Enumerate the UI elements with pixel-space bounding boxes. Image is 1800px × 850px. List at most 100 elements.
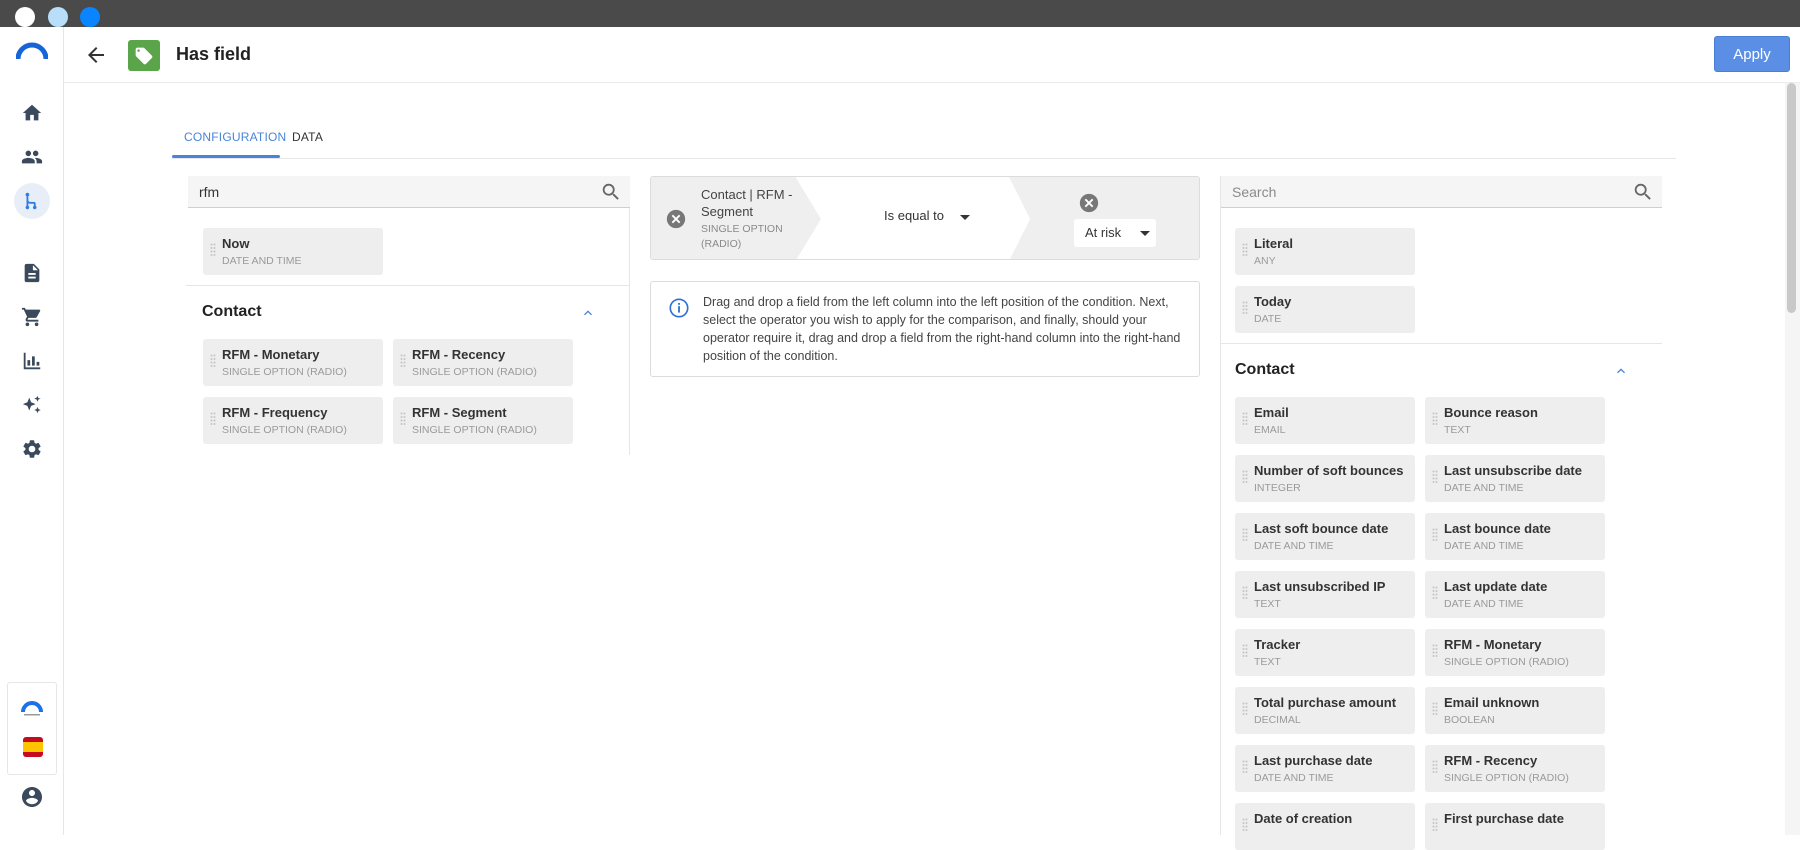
drag-handle-icon — [1242, 528, 1248, 541]
right-fields-panel: Literal ANY Today DATE Contact Email EMAI… — [1220, 176, 1662, 850]
field-chip[interactable]: Bounce reason TEXT — [1425, 397, 1605, 444]
value-select[interactable]: At risk — [1074, 219, 1156, 247]
back-arrow-icon[interactable] — [84, 43, 108, 67]
field-chip-name: Last bounce date — [1444, 521, 1551, 536]
scrollbar-thumb[interactable] — [1787, 83, 1796, 313]
field-chip[interactable]: RFM - Segment SINGLE OPTION (RADIO) — [393, 397, 573, 444]
drag-handle-icon — [1242, 412, 1248, 425]
flows-icon[interactable] — [14, 183, 50, 219]
field-chip[interactable]: RFM - Frequency SINGLE OPTION (RADIO) — [203, 397, 383, 444]
contacts-icon[interactable] — [18, 143, 46, 171]
drag-handle-icon — [1432, 412, 1438, 425]
operator-dropdown-caret-icon[interactable] — [960, 215, 970, 220]
field-chip[interactable]: Literal ANY — [1235, 228, 1415, 275]
field-chip-type: DATE AND TIME — [1254, 772, 1334, 784]
brand-mini-logo-icon[interactable] — [20, 699, 44, 717]
drag-handle-icon — [1242, 586, 1248, 599]
field-chip[interactable]: Email unknown BOOLEAN — [1425, 687, 1605, 734]
drag-handle-icon — [400, 354, 406, 367]
sparkles-icon[interactable] — [18, 391, 46, 419]
value-dropdown-caret-icon[interactable] — [1140, 231, 1150, 236]
field-chip-name: RFM - Frequency — [222, 405, 328, 420]
section-title-contact: Contact — [1235, 361, 1295, 378]
field-chip[interactable]: Number of soft bounces INTEGER — [1235, 455, 1415, 502]
chevron-up-icon[interactable] — [1613, 363, 1629, 379]
search-icon[interactable] — [1632, 181, 1654, 203]
field-chip-name: RFM - Monetary — [1444, 637, 1542, 652]
window-minimize-dot[interactable] — [48, 7, 68, 27]
field-chip-type: INTEGER — [1254, 482, 1301, 494]
field-chip-name: Email — [1254, 405, 1289, 420]
field-chip-name: RFM - Recency — [1444, 753, 1538, 768]
window-maximize-dot[interactable] — [80, 7, 100, 27]
window-close-dot[interactable] — [15, 7, 35, 27]
field-chip[interactable]: First purchase date — [1425, 803, 1605, 850]
field-chip[interactable]: Last bounce date DATE AND TIME — [1425, 513, 1605, 560]
field-chip-name: Last unsubscribe date — [1444, 463, 1582, 478]
right-search-input[interactable] — [1232, 182, 1585, 202]
account-switcher — [7, 682, 57, 775]
field-chip[interactable]: Last soft bounce date DATE AND TIME — [1235, 513, 1415, 560]
drag-handle-icon — [1242, 760, 1248, 773]
field-chip[interactable]: Today DATE — [1235, 286, 1415, 333]
chart-icon[interactable] — [18, 347, 46, 375]
drag-handle-icon — [210, 354, 216, 367]
field-chip[interactable]: RFM - Monetary SINGLE OPTION (RADIO) — [203, 339, 383, 386]
left-search-input[interactable] — [199, 182, 553, 202]
app-logo-icon[interactable] — [16, 41, 48, 61]
documents-icon[interactable] — [18, 259, 46, 287]
drag-handle-icon — [1242, 644, 1248, 657]
page-header: Has field Apply — [64, 27, 1800, 83]
remove-left-field-icon[interactable] — [665, 208, 687, 230]
field-chip-type: SINGLE OPTION (RADIO) — [222, 366, 347, 378]
search-icon[interactable] — [600, 181, 622, 203]
drag-handle-icon — [1432, 818, 1438, 831]
section-divider — [1221, 343, 1662, 344]
field-chip[interactable]: RFM - Monetary SINGLE OPTION (RADIO) — [1425, 629, 1605, 676]
info-text: Drag and drop a field from the left colu… — [703, 295, 1181, 363]
field-chip[interactable]: Total purchase amount DECIMAL — [1235, 687, 1415, 734]
drag-handle-icon — [1242, 702, 1248, 715]
info-icon — [669, 298, 689, 318]
field-chip-type: DATE — [1254, 313, 1282, 325]
field-chip-type: ANY — [1254, 255, 1276, 267]
drag-handle-icon — [400, 412, 406, 425]
field-chip-type: DECIMAL — [1254, 714, 1301, 726]
user-account-icon[interactable] — [20, 785, 44, 809]
field-chip-type: DATE AND TIME — [222, 255, 302, 267]
field-chip[interactable]: RFM - Recency SINGLE OPTION (RADIO) — [1425, 745, 1605, 792]
field-chip-type: SINGLE OPTION (RADIO) — [412, 366, 537, 378]
spain-flag-icon[interactable] — [23, 737, 43, 757]
field-chip[interactable]: RFM - Recency SINGLE OPTION (RADIO) — [393, 339, 573, 386]
operator-select[interactable]: Is equal to — [884, 208, 944, 223]
field-chip[interactable]: Email EMAIL — [1235, 397, 1415, 444]
cart-icon[interactable] — [18, 303, 46, 331]
tab-configuration[interactable]: CONFIGURATION — [184, 130, 286, 144]
field-chip-type: SINGLE OPTION (RADIO) — [1444, 656, 1569, 668]
chevron-up-icon[interactable] — [580, 305, 596, 321]
field-chip-type: BOOLEAN — [1444, 714, 1495, 726]
field-chip[interactable]: Last purchase date DATE AND TIME — [1235, 745, 1415, 792]
field-chip[interactable]: Last unsubscribed IP TEXT — [1235, 571, 1415, 618]
field-chip[interactable]: Date of creation — [1235, 803, 1415, 850]
field-chip-name: Email unknown — [1444, 695, 1540, 710]
drag-handle-icon — [1432, 470, 1438, 483]
field-chip-name: Last unsubscribed IP — [1254, 579, 1386, 594]
field-chip[interactable]: Tracker TEXT — [1235, 629, 1415, 676]
left-fields-panel: Now DATE AND TIME Contact RFM - Monetary… — [186, 176, 630, 455]
condition-field-type: SINGLE OPTION (RADIO) — [701, 223, 783, 250]
field-chip[interactable]: Now DATE AND TIME — [203, 228, 383, 275]
gear-icon[interactable] — [18, 435, 46, 463]
left-search-box — [188, 176, 630, 208]
remove-right-value-icon[interactable] — [1078, 192, 1100, 214]
home-icon[interactable] — [18, 99, 46, 127]
field-chip[interactable]: Last unsubscribe date DATE AND TIME — [1425, 455, 1605, 502]
field-chip[interactable]: Last update date DATE AND TIME — [1425, 571, 1605, 618]
sidebar — [0, 27, 64, 835]
apply-button[interactable]: Apply — [1714, 36, 1790, 72]
field-chip-name: RFM - Segment — [412, 405, 507, 420]
tab-data[interactable]: DATA — [292, 130, 323, 144]
field-chip-name: Literal — [1254, 236, 1294, 251]
field-chip-type: TEXT — [1254, 656, 1281, 668]
tag-badge — [128, 40, 160, 71]
